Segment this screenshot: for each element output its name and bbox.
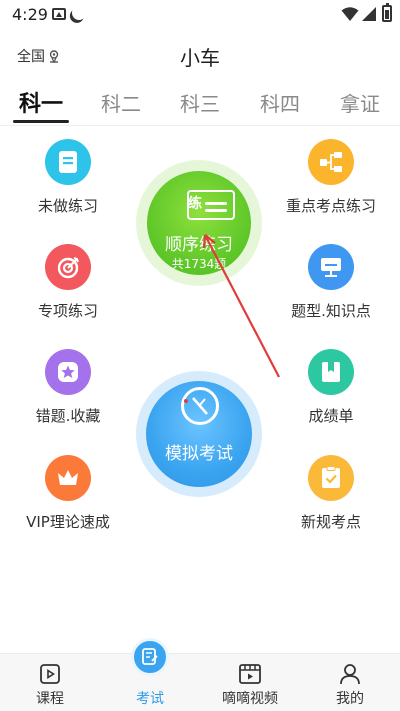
mock-exam-inner: 模拟考试 — [146, 381, 252, 487]
subject-tabs: 科一 科二 科三 科四 拿证 — [0, 82, 400, 126]
practice-badge: 练 — [188, 196, 202, 212]
nav-label: 课程 — [36, 691, 64, 707]
feature-label: 专项练习 — [37, 302, 98, 320]
book-icon — [308, 349, 354, 395]
battery-icon — [382, 3, 392, 22]
sequential-practice-title: 顺序练习 — [165, 235, 233, 255]
status-time: 4:29 — [12, 5, 48, 24]
sequential-practice-inner: 练 顺序练习 共1734题 — [147, 171, 251, 275]
wifi-icon — [341, 7, 359, 21]
page-title: 小车 — [180, 46, 220, 70]
crown-icon — [45, 455, 91, 501]
unpracticed-button[interactable]: 未做练习 — [0, 139, 138, 216]
tab-subject-3[interactable]: 科三 — [165, 88, 235, 117]
bottom-nav: 课程 考试 嘀嘀视频 我的 — [0, 638, 400, 711]
question-types-button[interactable]: 题型.知识点 — [261, 244, 400, 321]
feature-label: VIP理论速成 — [26, 513, 110, 531]
transcript-button[interactable]: 成绩单 — [261, 349, 400, 426]
exam-icon — [131, 638, 169, 676]
active-tab-indicator — [13, 120, 69, 123]
feature-label: 成绩单 — [308, 407, 354, 425]
nav-label: 嘀嘀视频 — [222, 691, 278, 707]
video-course-icon — [40, 664, 60, 684]
flowchart-icon — [308, 139, 354, 185]
feature-label: 错题.收藏 — [35, 407, 101, 425]
mock-exam-button[interactable]: 模拟考试 — [136, 371, 262, 497]
mock-exam-title: 模拟考试 — [165, 444, 233, 464]
nav-courses[interactable]: 课程 — [0, 654, 100, 711]
tab-get-license[interactable]: 拿证 — [325, 88, 395, 117]
tab-subject-4[interactable]: 科四 — [245, 88, 315, 117]
nav-mine[interactable]: 我的 — [300, 654, 400, 711]
feature-label: 重点考点练习 — [285, 197, 376, 215]
header: 全国 小车 — [0, 30, 400, 78]
mistakes-favorites-button[interactable]: 错题.收藏 — [0, 349, 138, 426]
nav-videos[interactable]: 嘀嘀视频 — [200, 654, 300, 711]
nav-exam[interactable]: 考试 — [100, 638, 200, 711]
feature-label: 新规考点 — [300, 513, 361, 531]
special-practice-button[interactable]: 专项练习 — [0, 244, 138, 321]
film-icon — [239, 664, 261, 684]
sequential-practice-button[interactable]: 练 顺序练习 共1734题 — [136, 160, 262, 286]
feature-label: 未做练习 — [37, 197, 98, 215]
monitor-icon — [308, 244, 354, 290]
pen-clock-icon — [181, 387, 219, 425]
question-count: 共1734题 — [171, 257, 227, 271]
target-icon — [45, 244, 91, 290]
person-icon — [340, 664, 360, 685]
key-points-practice-button[interactable]: 重点考点练习 — [261, 139, 400, 216]
status-bar: 4:29 — [0, 0, 400, 30]
checklist-icon — [308, 455, 354, 501]
vip-theory-button[interactable]: VIP理论速成 — [0, 455, 138, 532]
image-notification-icon — [52, 8, 66, 20]
tab-subject-1[interactable]: 科一 — [6, 86, 76, 118]
signal-icon — [362, 7, 376, 21]
nav-label: 我的 — [336, 691, 364, 707]
feature-label: 题型.知识点 — [291, 302, 371, 320]
nav-label: 考试 — [136, 691, 164, 707]
star-icon — [45, 349, 91, 395]
tab-subject-2[interactable]: 科二 — [86, 88, 156, 117]
new-rules-button[interactable]: 新规考点 — [261, 455, 400, 532]
do-not-disturb-icon — [70, 4, 88, 22]
notebook-icon — [45, 139, 91, 185]
